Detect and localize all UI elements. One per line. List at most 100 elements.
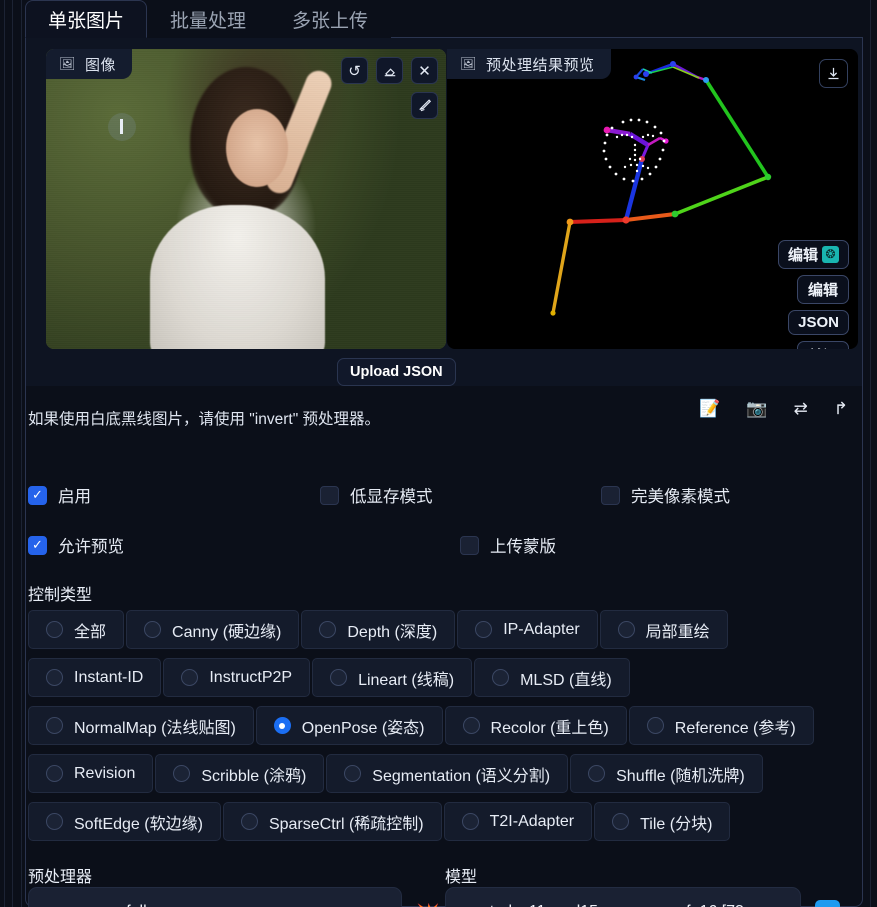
- control-type-normalmap[interactable]: NormalMap (法线贴图): [28, 706, 254, 745]
- edit-button[interactable]: 编辑: [797, 275, 849, 304]
- arrow-up-right-icon[interactable]: ↱: [834, 400, 848, 417]
- control-type-label-text: Shuffle (随机洗牌): [616, 762, 745, 786]
- radio-button: [46, 621, 63, 638]
- checkbox-label: 允许预览: [58, 533, 124, 557]
- control-type-shuffle[interactable]: Shuffle (随机洗牌): [570, 754, 763, 793]
- control-type-lineart[interactable]: Lineart (线稿): [312, 658, 472, 697]
- control-type-canny[interactable]: Canny (硬边缘): [126, 610, 299, 649]
- model-dropdown[interactable]: control_v11p_sd15_openpose_fp16 [73c ▼: [445, 887, 801, 907]
- source-image-card[interactable]: 🖼 图像 ↺ ✕: [46, 49, 446, 349]
- control-type-label-text: InstructP2P: [209, 669, 292, 687]
- checkbox-row-2: ✓ 允许预览 上传蒙版: [28, 533, 862, 557]
- image-row: 🖼 图像 ↺ ✕: [26, 38, 862, 386]
- control-type-label-text: Recolor (重上色): [491, 714, 609, 738]
- edit-note-icon[interactable]: 📝: [699, 400, 720, 417]
- radio-button: [588, 765, 605, 782]
- undo-icon[interactable]: ↺: [341, 57, 368, 84]
- radio-button: [647, 717, 664, 734]
- control-type-softedge[interactable]: SoftEdge (软边缘): [28, 802, 221, 841]
- json-button[interactable]: JSON: [788, 310, 849, 335]
- controlnet-panel: 单张图片 批量处理 多张上传 🖼 图像: [0, 0, 877, 907]
- eraser-icon[interactable]: [376, 57, 403, 84]
- image-toolbar: ↺ ✕: [341, 57, 438, 119]
- camera-icon[interactable]: 📷: [746, 400, 767, 417]
- radio-button: [144, 621, 161, 638]
- control-type-label-text: MLSD (直线): [520, 666, 612, 690]
- refresh-models-button[interactable]: [815, 900, 840, 907]
- control-type-reference[interactable]: Reference (参考): [629, 706, 814, 745]
- control-type-inpaint[interactable]: 局部重绘: [600, 610, 728, 649]
- tab-content: 🖼 图像 ↺ ✕: [25, 38, 863, 907]
- control-type-sparsectrl[interactable]: SparseCtrl (稀疏控制): [223, 802, 442, 841]
- radio-button: [344, 765, 361, 782]
- edit-photopea-button[interactable]: 编辑 ❂: [778, 240, 849, 269]
- radio-button: [46, 765, 63, 782]
- panel-edge-inner: [21, 0, 22, 907]
- control-type-label-text: Instant-ID: [74, 669, 143, 687]
- radio-button: [618, 621, 635, 638]
- control-type-instructp2p[interactable]: InstructP2P: [163, 658, 310, 697]
- control-type-label-text: 全部: [74, 618, 106, 642]
- checkbox-enable[interactable]: ✓ 启用: [28, 483, 320, 507]
- tab-bar: 单张图片 批量处理 多张上传: [25, 0, 863, 38]
- control-type-all[interactable]: 全部: [28, 610, 124, 649]
- radio-button: [612, 813, 629, 830]
- preprocessor-label: 预处理器: [28, 863, 92, 887]
- control-type-label-text: Segmentation (语义分割): [372, 762, 550, 786]
- control-type-label-text: Tile (分块): [640, 810, 712, 834]
- checkbox-pixel-perfect[interactable]: 完美像素模式: [601, 483, 730, 507]
- checkbox-box: [601, 486, 620, 505]
- control-type-label: 控制类型: [28, 581, 92, 605]
- edit-label: 编辑: [808, 279, 838, 300]
- control-type-depth[interactable]: Depth (深度): [301, 610, 455, 649]
- checkbox-allow-preview[interactable]: ✓ 允许预览: [28, 533, 460, 557]
- checkbox-upload-mask[interactable]: 上传蒙版: [460, 533, 556, 557]
- preprocessor-dropdown[interactable]: openpose_full ▼: [28, 887, 402, 907]
- control-type-openpose[interactable]: OpenPose (姿态): [256, 706, 443, 745]
- checkbox-box: [320, 486, 339, 505]
- control-type-label-text: NormalMap (法线贴图): [74, 714, 236, 738]
- control-type-mlsd[interactable]: MLSD (直线): [474, 658, 630, 697]
- checkbox-label: 完美像素模式: [631, 483, 730, 507]
- close-button[interactable]: 关闭: [797, 341, 849, 349]
- radio-button: [492, 669, 509, 686]
- control-type-row: Revision Scribble (涂鸦) Segmentation (语义分…: [28, 754, 848, 793]
- control-type-row: Instant-ID InstructP2P Lineart (线稿) MLSD…: [28, 658, 848, 697]
- control-type-revision[interactable]: Revision: [28, 754, 153, 793]
- radio-button: [46, 813, 63, 830]
- json-label: JSON: [798, 314, 839, 331]
- explosion-icon[interactable]: 💥: [416, 902, 440, 907]
- preview-image-card[interactable]: 编辑 ❂ 编辑 JSON 关闭: [447, 49, 858, 349]
- upload-json-tooltip: Upload JSON: [337, 358, 456, 386]
- control-type-scribble[interactable]: Scribble (涂鸦): [155, 754, 324, 793]
- control-type-t2i-adapter[interactable]: T2I-Adapter: [444, 802, 592, 841]
- control-type-instant-id[interactable]: Instant-ID: [28, 658, 161, 697]
- control-type-row: 全部 Canny (硬边缘) Depth (深度) IP-Adapter 局部重…: [28, 610, 848, 649]
- edit-photopea-label: 编辑: [788, 244, 818, 265]
- control-type-recolor[interactable]: Recolor (重上色): [445, 706, 627, 745]
- preprocessor-value: openpose_full: [47, 903, 371, 907]
- radio-button: [46, 669, 63, 686]
- panel-edge-right: [870, 0, 871, 907]
- preview-action-buttons: 编辑 ❂ 编辑 JSON 关闭: [778, 240, 849, 349]
- control-type-tile[interactable]: Tile (分块): [594, 802, 730, 841]
- photopea-icon: ❂: [822, 246, 839, 263]
- tab-single-image[interactable]: 单张图片: [25, 0, 147, 38]
- panel-edge-mid: [12, 0, 13, 907]
- tab-batch-process[interactable]: 批量处理: [147, 0, 269, 38]
- control-type-label-text: Scribble (涂鸦): [201, 762, 306, 786]
- invert-hint-text: 如果使用白底黑线图片，请使用 "invert" 预处理器。: [28, 407, 380, 429]
- image-badge-label: 图像: [85, 54, 116, 75]
- control-type-ip-adapter[interactable]: IP-Adapter: [457, 610, 597, 649]
- checkbox-low-vram[interactable]: 低显存模式: [320, 483, 601, 507]
- tab-multi-upload[interactable]: 多张上传: [269, 0, 391, 38]
- swap-icon[interactable]: ⇄: [794, 400, 808, 417]
- hint-icon-group: 📝 📷 ⇄ ↱: [699, 400, 848, 417]
- download-icon[interactable]: [819, 59, 848, 88]
- control-type-segmentation[interactable]: Segmentation (语义分割): [326, 754, 568, 793]
- hint-row: 如果使用白底黑线图片，请使用 "invert" 预处理器。 📝 📷 ⇄ ↱: [26, 396, 862, 440]
- image-toolbar-row-2: [411, 92, 438, 119]
- radio-button: [475, 621, 492, 638]
- pen-icon[interactable]: [411, 92, 438, 119]
- close-icon[interactable]: ✕: [411, 57, 438, 84]
